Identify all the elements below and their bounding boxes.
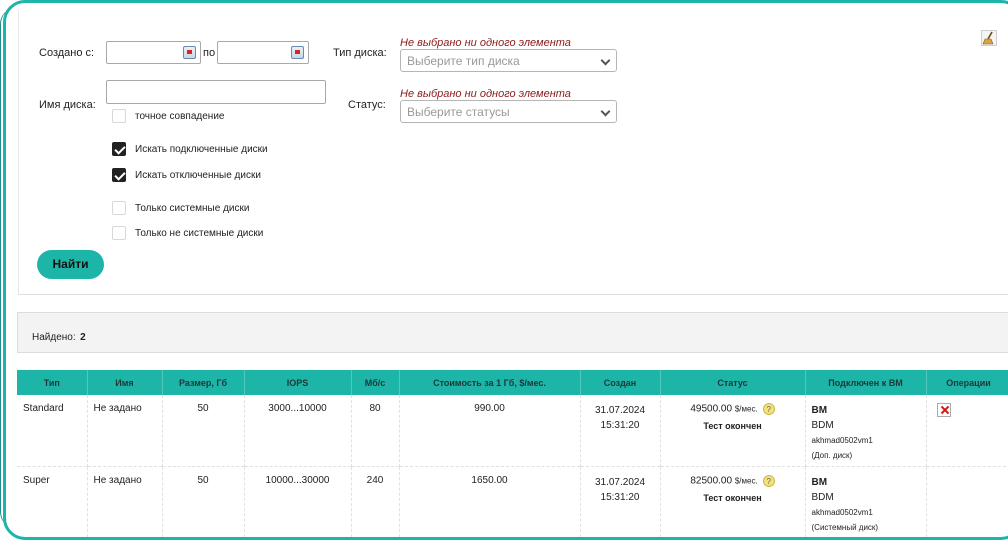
disk-type-label: Тип диска: bbox=[333, 47, 387, 59]
cell-size: 50 bbox=[162, 465, 245, 537]
question-icon[interactable]: ? bbox=[762, 474, 775, 487]
status-unit: $/мес. bbox=[734, 476, 758, 486]
calendar-icon[interactable] bbox=[291, 46, 304, 59]
vm-type: ВМ bbox=[811, 476, 828, 488]
question-icon[interactable]: ? bbox=[762, 403, 775, 415]
cell-type: Super bbox=[17, 465, 88, 537]
status-text: Тест окончен bbox=[703, 421, 762, 431]
status-select[interactable]: Выберите статусы bbox=[400, 100, 617, 123]
cell-name: Не задано bbox=[87, 465, 163, 537]
created-time: 15:31:20 bbox=[600, 420, 640, 431]
col-vm[interactable]: Подключен к ВМ bbox=[805, 370, 927, 395]
status-placeholder: Выберите статусы bbox=[407, 105, 510, 119]
created-date: 31.07.2024 bbox=[594, 476, 646, 488]
cell-iops: 10000...30000 bbox=[244, 465, 352, 537]
cell-status: 82500.00 $/мес.? Тест окончен bbox=[660, 465, 806, 537]
status-price: 49500.00 bbox=[690, 403, 733, 415]
disk-name-input[interactable] bbox=[106, 80, 326, 104]
only-system-checkbox[interactable] bbox=[112, 201, 126, 215]
exact-match-checkbox[interactable] bbox=[112, 109, 126, 123]
col-operations: Операции bbox=[926, 370, 1008, 395]
only-system-label: Только системные диски bbox=[135, 203, 250, 214]
col-size[interactable]: Размер, Гб bbox=[162, 370, 245, 395]
chevron-down-icon bbox=[600, 106, 611, 117]
search-connected-checkbox[interactable] bbox=[112, 142, 126, 156]
status-label: Статус: bbox=[348, 99, 386, 111]
col-cost[interactable]: Стоимость за 1 Гб, $/мес. bbox=[399, 370, 581, 395]
find-button[interactable]: Найти bbox=[37, 250, 104, 279]
vm-disk-role: (Системный диск) bbox=[811, 522, 879, 532]
broom-icon[interactable] bbox=[981, 30, 997, 46]
search-disconnected-checkbox[interactable] bbox=[112, 168, 126, 182]
cell-cost: 1650.00 bbox=[399, 465, 581, 537]
col-status[interactable]: Статус bbox=[660, 370, 806, 395]
only-non-system-label: Только не системные диски bbox=[135, 228, 264, 239]
col-created[interactable]: Создан bbox=[580, 370, 661, 395]
vm-id: akhmad0502vm1 bbox=[811, 436, 873, 445]
filter-panel: Создано с: по Тип диска: Не выбрано ни о… bbox=[18, 11, 1008, 295]
cell-name: Не задано bbox=[87, 395, 163, 466]
only-non-system-checkbox[interactable] bbox=[112, 226, 126, 240]
cell-cost: 990.00 bbox=[399, 395, 581, 466]
disk-name-label: Имя диска: bbox=[39, 99, 96, 111]
cell-operations bbox=[926, 465, 1008, 537]
col-name[interactable]: Имя bbox=[87, 370, 163, 395]
main-frame: Создано с: по Тип диска: Не выбрано ни о… bbox=[3, 0, 1008, 540]
cell-iops: 3000...10000 bbox=[244, 395, 352, 466]
to-label: по bbox=[203, 47, 216, 59]
cell-size: 50 bbox=[162, 395, 245, 466]
cell-mbps: 240 bbox=[351, 465, 400, 537]
cell-vm: ВМ BDM akhmad0502vm1 (Доп. диск) bbox=[805, 395, 927, 466]
search-disconnected-label: Искать отключенные диски bbox=[135, 170, 261, 181]
status-hint: Не выбрано ни одного элемента bbox=[400, 88, 571, 100]
cell-created: 31.07.2024 15:31:20 bbox=[580, 395, 661, 466]
status-text: Тест окончен bbox=[703, 492, 762, 503]
col-type[interactable]: Тип bbox=[17, 370, 88, 395]
created-from-label: Создано с: bbox=[39, 47, 95, 59]
cell-operations bbox=[926, 395, 1008, 466]
calendar-icon[interactable] bbox=[183, 46, 196, 59]
cell-created: 31.07.2024 15:31:20 bbox=[580, 465, 661, 537]
disk-type-hint: Не выбрано ни одного элемента bbox=[400, 37, 571, 49]
vm-name[interactable]: BDM bbox=[812, 418, 926, 433]
vm-disk-role: (Доп. диск) bbox=[811, 451, 853, 460]
vm-name[interactable]: BDM bbox=[812, 490, 926, 505]
status-price: 82500.00 bbox=[690, 475, 733, 487]
status-unit: $/мес. bbox=[734, 404, 758, 414]
results-table: Тип Имя Размер, Гб IOPS Мб/с Стоимость з… bbox=[17, 370, 1008, 537]
found-count: 2 bbox=[80, 332, 86, 343]
cell-vm: ВМ BDM akhmad0502vm1 (Системный диск) bbox=[805, 465, 927, 537]
found-bar: Найдено: 2 bbox=[17, 312, 1008, 353]
search-connected-label: Искать подключенные диски bbox=[135, 144, 268, 155]
chevron-down-icon bbox=[600, 55, 611, 66]
created-date: 31.07.2024 bbox=[594, 405, 646, 416]
cell-mbps: 80 bbox=[351, 395, 400, 466]
cell-status: 49500.00 $/мес.? Тест окончен bbox=[660, 395, 806, 466]
found-label: Найдено: bbox=[32, 332, 76, 343]
table-row: Standard Не задано 50 3000...10000 80 99… bbox=[17, 395, 1008, 466]
table-row: Super Не задано 50 10000...30000 240 165… bbox=[17, 465, 1008, 537]
exact-match-label: точное совпадение bbox=[135, 111, 225, 122]
col-iops[interactable]: IOPS bbox=[244, 370, 352, 395]
delete-icon[interactable] bbox=[936, 403, 951, 417]
table-header-row: Тип Имя Размер, Гб IOPS Мб/с Стоимость з… bbox=[17, 370, 1008, 395]
cell-type: Standard bbox=[17, 395, 88, 466]
created-to-input[interactable] bbox=[217, 41, 309, 64]
created-from-input[interactable] bbox=[106, 41, 201, 64]
disk-type-placeholder: Выберите тип диска bbox=[407, 54, 520, 68]
created-time: 15:31:20 bbox=[600, 491, 640, 503]
vm-type: ВМ bbox=[811, 405, 828, 416]
disk-type-select[interactable]: Выберите тип диска bbox=[400, 49, 617, 72]
col-mbps[interactable]: Мб/с bbox=[351, 370, 400, 395]
vm-id: akhmad0502vm1 bbox=[811, 507, 873, 517]
